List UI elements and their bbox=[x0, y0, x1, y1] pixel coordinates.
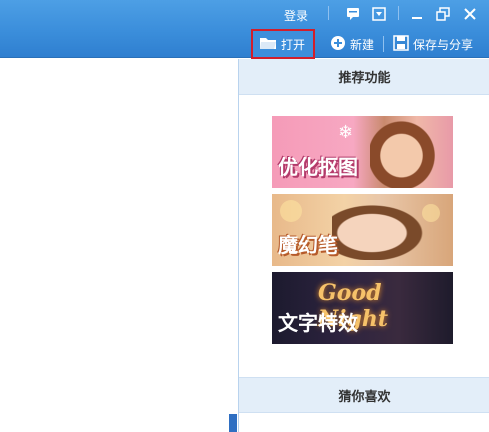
save-share-label: 保存与分享 bbox=[413, 37, 474, 52]
feature-magic-pen[interactable]: 魔幻笔 bbox=[272, 194, 453, 266]
divider bbox=[328, 6, 329, 20]
you-may-like-header: 猜你喜欢 bbox=[239, 377, 489, 413]
portrait-image bbox=[370, 116, 440, 188]
message-icon[interactable] bbox=[346, 6, 360, 20]
login-link[interactable]: 登录 bbox=[284, 7, 308, 24]
save-icon bbox=[393, 34, 409, 54]
maximize-icon[interactable] bbox=[436, 6, 450, 21]
minimize-icon[interactable] bbox=[410, 6, 424, 20]
bokeh-light bbox=[280, 200, 302, 222]
feature-label: 魔幻笔 bbox=[278, 233, 338, 257]
scroll-marker[interactable] bbox=[229, 414, 237, 432]
side-panel: 推荐功能 ❄ 优化抠图 魔幻笔 Good Night 文字特效 猜你喜欢 bbox=[238, 59, 489, 432]
divider bbox=[383, 36, 384, 52]
open-button[interactable]: 打开 bbox=[251, 29, 315, 59]
new-label: 新建 bbox=[350, 37, 375, 52]
snowflake-icon: ❄ bbox=[338, 122, 354, 143]
open-label: 打开 bbox=[281, 37, 306, 52]
close-icon[interactable] bbox=[463, 6, 477, 20]
portrait-image bbox=[332, 200, 432, 260]
canvas-area[interactable] bbox=[0, 59, 238, 432]
skin-icon[interactable] bbox=[372, 6, 386, 21]
feature-cutout[interactable]: ❄ 优化抠图 bbox=[272, 116, 453, 188]
new-button[interactable]: 新建 bbox=[330, 34, 374, 54]
recommended-header: 推荐功能 bbox=[239, 59, 489, 95]
plus-circle-icon bbox=[330, 35, 346, 54]
title-bar: 登录 打开 新建 保存与分享 bbox=[0, 0, 489, 59]
divider bbox=[398, 6, 399, 20]
feature-text-effect[interactable]: Good Night 文字特效 bbox=[272, 272, 453, 344]
save-share-button[interactable]: 保存与分享 bbox=[393, 34, 473, 54]
feature-label: 优化抠图 bbox=[278, 155, 358, 179]
feature-label: 文字特效 bbox=[278, 311, 358, 335]
folder-icon bbox=[259, 35, 277, 54]
